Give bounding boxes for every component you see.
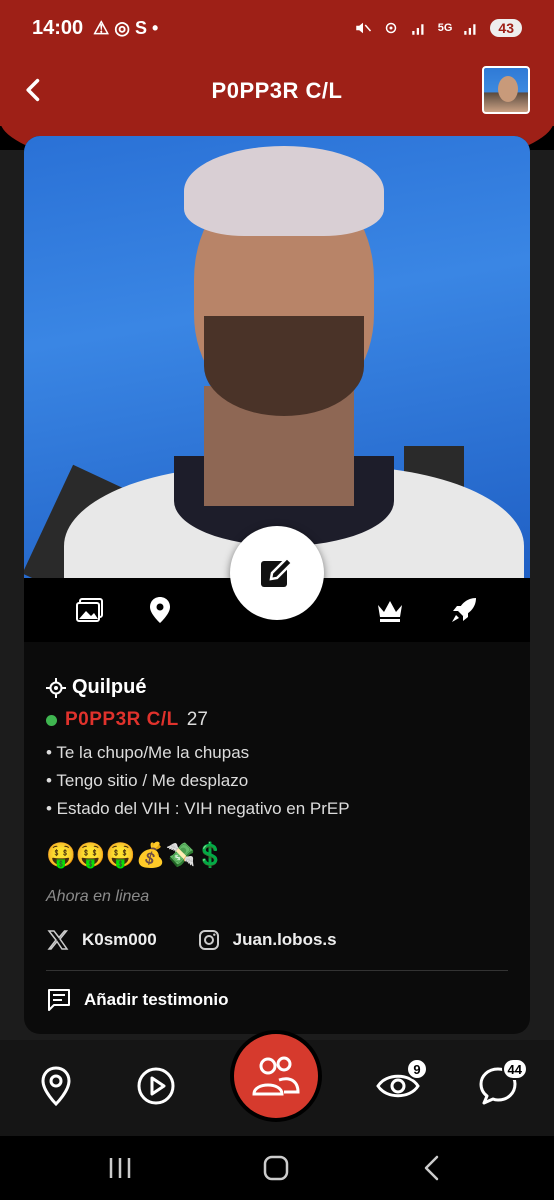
x-twitter-icon (47, 930, 69, 950)
nav-messages[interactable]: 44 (476, 1058, 528, 1108)
profile-photo[interactable] (24, 136, 530, 578)
signal-icon (411, 24, 424, 35)
premium-button[interactable] (374, 594, 406, 626)
social-links: K0sm000 Juan.lobos.s (46, 928, 508, 952)
gallery-icon (76, 598, 103, 622)
hotspot-icon (385, 22, 396, 34)
rocket-icon (452, 598, 476, 622)
messages-badge: 44 (501, 1058, 528, 1080)
recent-apps-icon (109, 1158, 131, 1178)
back-icon[interactable] (20, 76, 48, 104)
play-circle-icon (137, 1067, 175, 1105)
profile-age: 27 (186, 709, 208, 730)
status-notification-icons: ⚠ ◎ S • (93, 17, 159, 38)
home-button[interactable] (260, 1152, 292, 1184)
add-testimonial-label: Añadir testimonio (84, 990, 229, 1009)
edit-icon (261, 556, 294, 587)
battery-indicator: 43 (490, 19, 522, 37)
location-pin-icon (150, 597, 170, 623)
city-label: Quilpué (72, 676, 147, 698)
gallery-button[interactable] (74, 594, 106, 626)
detail-item: • Tengo sitio / Me desplazo (46, 771, 249, 790)
twitter-handle: K0sm000 (82, 930, 157, 949)
detail-item: • Estado del VIH : VIH negativo en PrEP (46, 799, 350, 818)
comment-icon (48, 989, 70, 1011)
bottom-nav: 9 44 (0, 1030, 554, 1136)
online-status-dot (46, 714, 57, 726)
twitter-link[interactable]: K0sm000 (46, 928, 157, 952)
signal-icon-2 (464, 24, 476, 35)
crown-icon (378, 601, 402, 622)
back-chevron-icon (424, 1155, 439, 1181)
nav-people[interactable] (230, 1030, 322, 1122)
instagram-icon (198, 930, 219, 950)
add-testimonial-button[interactable]: Añadir testimonio (46, 987, 508, 1013)
gps-target-icon (46, 677, 66, 698)
profile-name: P0PP3R C/L (65, 709, 179, 730)
status-time: 14:00 (32, 16, 84, 39)
profile-card: Quilpué P0PP3R C/L 27 • Te la chupo/Me l… (24, 136, 530, 1034)
last-seen-status: Ahora en linea (46, 888, 150, 905)
people-icon (252, 1056, 300, 1096)
name-row: P0PP3R C/L 27 (46, 709, 508, 731)
city-row: Quilpué (46, 676, 508, 699)
mute-icon (355, 22, 371, 34)
system-back-button[interactable] (416, 1152, 448, 1184)
profile-details: • Te la chupo/Me la chupas • Tengo sitio… (46, 739, 508, 823)
instagram-handle: Juan.lobos.s (232, 930, 337, 949)
status-bar: 14:00 ⚠ ◎ S • 5G 43 (0, 0, 554, 56)
profile-info: Quilpué P0PP3R C/L 27 • Te la chupo/Me l… (46, 676, 508, 1013)
header-avatar[interactable] (482, 66, 530, 114)
boost-button[interactable] (448, 594, 480, 626)
location-button[interactable] (144, 594, 176, 626)
page-title: P0PP3R C/L (211, 78, 343, 103)
views-badge: 9 (406, 1058, 428, 1080)
app-header: P0PP3R C/L (0, 56, 554, 126)
emoji-row: 🤑🤑🤑💰💸💲 (46, 842, 226, 869)
nav-videos[interactable] (134, 1064, 178, 1108)
home-icon (263, 1155, 289, 1181)
nav-map[interactable] (34, 1064, 78, 1108)
edit-profile-button[interactable] (230, 526, 324, 620)
instagram-link[interactable]: Juan.lobos.s (197, 928, 337, 952)
status-right-icons: 5G 43 (354, 19, 522, 37)
system-nav-bar (0, 1136, 554, 1200)
detail-item: • Te la chupo/Me la chupas (46, 743, 250, 762)
network-type: 5G (437, 22, 453, 34)
recent-apps-button[interactable] (104, 1152, 136, 1184)
location-pin-outline-icon (41, 1066, 71, 1106)
nav-views[interactable]: 9 (376, 1058, 428, 1108)
divider (46, 970, 508, 971)
